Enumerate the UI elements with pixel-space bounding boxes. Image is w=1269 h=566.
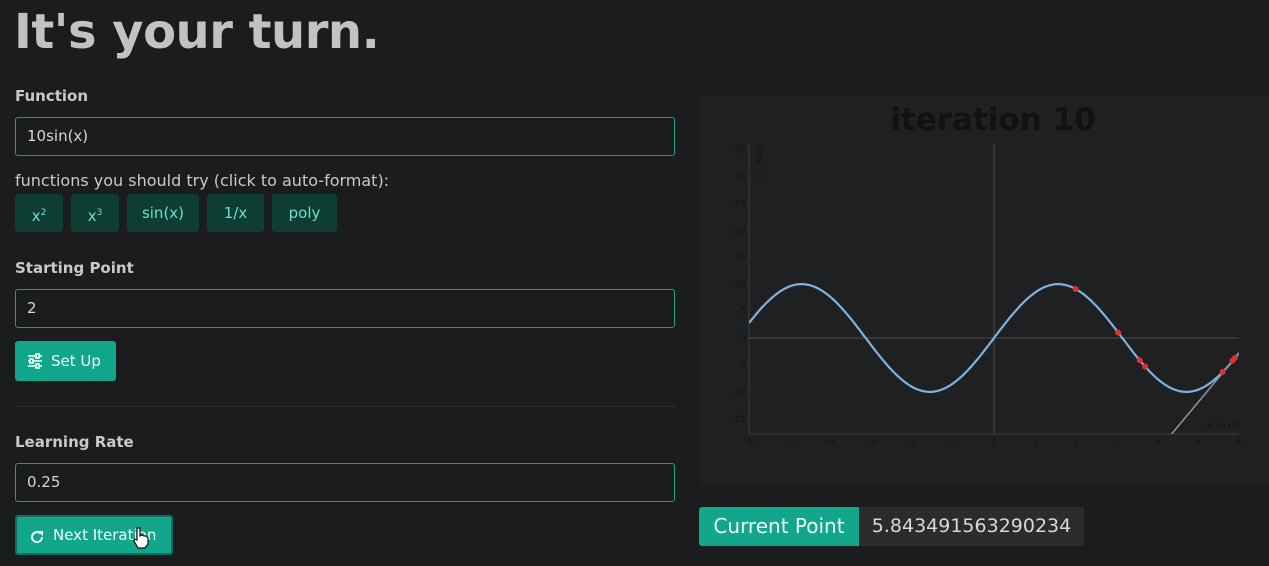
suggestions-hint: functions you should try (click to auto-… — [15, 171, 390, 190]
gradient-descent-chart: -6 -5 -4 -3 -2 -1 0 1 2 3 4 5 6-15-10-50510152025303… — [731, 144, 1242, 448]
suggestion-poly-button[interactable]: poly — [272, 194, 337, 232]
y-tick-label: 30 — [735, 172, 747, 182]
suggestion-sin-button[interactable]: sin(x) — [127, 194, 199, 232]
y-tick-label: 5 — [740, 307, 746, 317]
x-tick-label: 3 — [1114, 438, 1120, 448]
section-divider — [15, 406, 675, 407]
refresh-icon — [31, 531, 44, 544]
sliders-icon — [28, 353, 42, 369]
chip-sup: 2 — [40, 208, 47, 218]
starting-point-label: Starting Point — [15, 259, 134, 277]
set-up-label: Set Up — [51, 352, 101, 370]
x-tick-label: -5 — [785, 438, 794, 448]
x-tick-label: 4 — [1154, 438, 1160, 448]
suggestion-x-squared-button[interactable]: x2 — [15, 194, 63, 232]
y-tick-label: -5 — [737, 361, 746, 371]
iteration-point — [1142, 363, 1149, 370]
y-tick-label: -10 — [731, 388, 746, 398]
iteration-point — [1115, 329, 1122, 336]
function-label: Function — [15, 87, 89, 105]
x-tick-label: 0 — [991, 438, 997, 448]
chip-label: 1/x — [223, 204, 248, 222]
x-tick-label: -3 — [867, 438, 876, 448]
x-axis-label: x - axis — [1207, 421, 1240, 431]
y-tick-label: 0 — [740, 334, 746, 344]
y-tick-label: 35 — [735, 145, 746, 155]
x-tick-label: -1 — [949, 438, 958, 448]
page-title: It's your turn. — [14, 4, 380, 60]
chip-label: x — [31, 207, 41, 225]
learning-rate-label: Learning Rate — [15, 433, 134, 451]
chip-label: x — [87, 207, 97, 225]
x-tick-label: -6 — [745, 438, 754, 448]
x-tick-label: 5 — [1195, 438, 1201, 448]
chip-label: poly — [288, 204, 321, 222]
y-tick-label: 10 — [735, 280, 747, 290]
chart-panel: iteration 10 -6 -5 -4 -3 -2 -1 0 1 2 3 4 5 6 -15 -10 -5… — [700, 96, 1269, 486]
x-tick-label: -4 — [826, 438, 835, 448]
y-tick-label: 20 — [735, 226, 747, 236]
y-tick-label: 15 — [735, 253, 746, 263]
chip-sup: 3 — [96, 208, 103, 218]
starting-point-input[interactable]: 2 — [15, 289, 675, 328]
current-point-value: 5.843491563290234 — [859, 507, 1084, 546]
x-tick-label: 1 — [1032, 438, 1038, 448]
suggestion-reciprocal-button[interactable]: 1/x — [207, 194, 264, 232]
y-axis-label: y - axis — [755, 146, 765, 179]
set-up-button[interactable]: Set Up — [15, 341, 116, 381]
iteration-point — [1219, 368, 1226, 375]
iteration-point — [1072, 286, 1079, 293]
chip-label: sin(x) — [141, 204, 185, 222]
hand-cursor-icon — [133, 527, 149, 549]
x-tick-label: 2 — [1073, 438, 1079, 448]
function-input[interactable]: 10sin(x) — [15, 117, 675, 156]
current-point-label: Current Point — [699, 507, 859, 546]
learning-rate-input[interactable]: 0.25 — [15, 463, 675, 502]
y-tick-label: 25 — [735, 199, 746, 209]
x-tick-label: 6 — [1236, 438, 1242, 448]
suggestion-x-cubed-button[interactable]: x3 — [71, 194, 119, 232]
iteration-point — [1136, 357, 1143, 364]
iteration-point — [1231, 354, 1238, 361]
y-tick-label: -15 — [731, 415, 746, 425]
x-tick-label: -2 — [908, 438, 917, 448]
